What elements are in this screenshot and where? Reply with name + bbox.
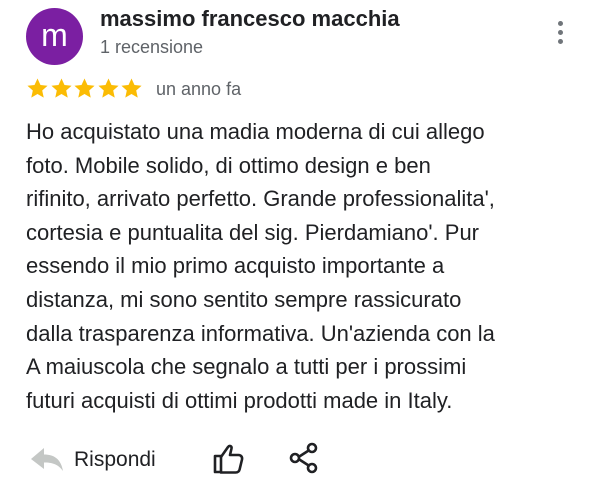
more-dot (557, 38, 563, 44)
reply-label: Rispondi (74, 448, 156, 471)
author-name[interactable]: massimo francesco macchia (100, 6, 400, 32)
star-icon (74, 77, 95, 98)
avatar[interactable]: m (26, 8, 83, 65)
review-text: Ho acquistato una madia moderna di cui a… (26, 119, 495, 413)
more-dot (557, 20, 563, 26)
review-count: 1 recensione (100, 37, 204, 57)
share-icon-graphic (289, 442, 318, 474)
thumbs-up-icon-graphic (213, 444, 244, 474)
more-dot (557, 29, 563, 35)
reply-arrow-icon (31, 448, 63, 471)
reply-button[interactable]: Rispondi (30, 440, 156, 480)
thumbs-up-icon[interactable] (211, 442, 245, 476)
star-icon (121, 77, 142, 98)
star-icon (27, 77, 48, 98)
share-icon[interactable] (289, 442, 319, 474)
star-rating (26, 75, 144, 101)
more-vertical-icon[interactable] (548, 14, 572, 50)
avatar-initial: m (41, 16, 68, 53)
star-icon (97, 77, 119, 98)
review-actions: Rispondi (0, 438, 600, 482)
star-icon (50, 77, 72, 98)
review-card: m massimo francesco macchia 1 recensione… (0, 0, 600, 503)
review-date: un anno fa (156, 79, 242, 99)
